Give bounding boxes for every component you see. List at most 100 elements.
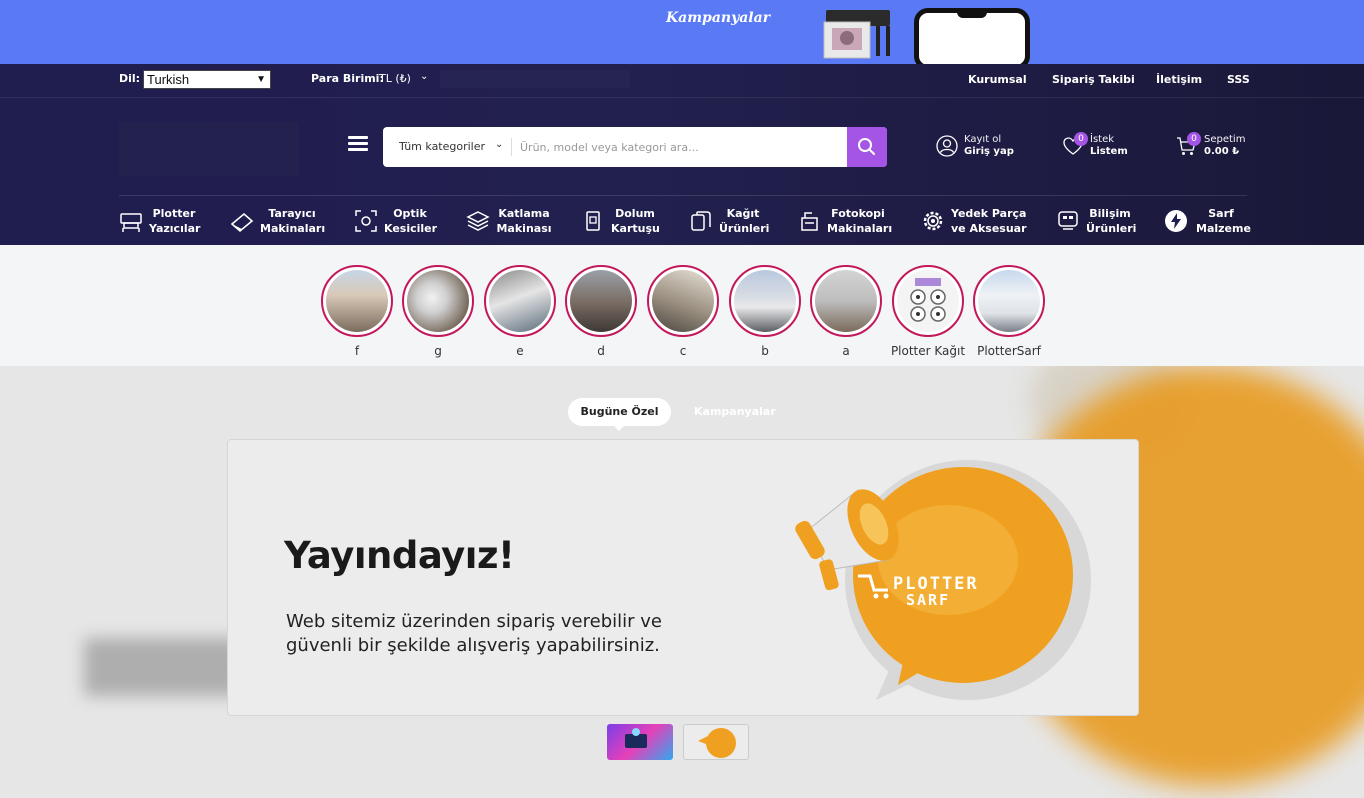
link-sss[interactable]: SSS xyxy=(1227,73,1250,86)
story-item[interactable]: g xyxy=(402,265,474,358)
plotter-image xyxy=(823,10,890,59)
cart-line1: Sepetim xyxy=(1204,134,1246,145)
logo-text: SARF xyxy=(906,591,950,609)
slide-title: Yayındayız! xyxy=(284,534,515,577)
search-category-select[interactable]: Tüm kategoriler xyxy=(399,140,485,153)
story-image xyxy=(407,270,469,332)
megaphone-bubble-image: PLOTTER SARF xyxy=(795,460,1091,700)
slide-subtitle-line2: güvenli bir şekilde alışveriş yapabilirs… xyxy=(286,635,660,656)
nav-label: ve Aksesuar xyxy=(951,222,1027,235)
hero-slide[interactable]: Yayındayız! Web sitemiz üzerinden sipari… xyxy=(227,439,1139,716)
story-image xyxy=(326,270,388,332)
account-line2: Giriş yap xyxy=(964,146,1014,157)
story-image xyxy=(897,270,959,332)
search-bar: Tüm kategoriler ⌄ xyxy=(383,127,887,167)
link-kurumsal[interactable]: Kurumsal xyxy=(968,73,1027,86)
nav-item-sarf[interactable]: Sarf Malzeme xyxy=(1164,205,1251,237)
story-label: c xyxy=(679,344,687,358)
nav-item-optik[interactable]: Optik Kesiciler xyxy=(354,205,438,237)
top-bar: Dil: Turkish ▼ Para Birimi: TL (₺) ⌄ Kur… xyxy=(0,64,1364,98)
computer-icon xyxy=(1058,211,1078,230)
phone-image xyxy=(914,8,1030,64)
slide-thumbnail[interactable] xyxy=(683,724,749,760)
nav-item-fotokopi[interactable]: Fotokopi Makinaları xyxy=(799,205,892,237)
tab-kampanyalar[interactable]: Kampanyalar xyxy=(694,405,776,418)
story-image xyxy=(652,270,714,332)
cart-total: 0.00 ₺ xyxy=(1204,146,1240,157)
nav-label: Makinası xyxy=(496,222,552,235)
thumbnail-image xyxy=(698,728,736,758)
hero-section: Bugüne Özel Kampanyalar Yayındayız! Web … xyxy=(0,366,1364,798)
wishlist-line2: Listem xyxy=(1090,146,1128,157)
story-item[interactable]: e xyxy=(484,265,556,358)
menu-icon[interactable] xyxy=(348,136,368,152)
nav-label: Yazıcılar xyxy=(149,222,201,235)
nav-item-scanner[interactable]: Tarayıcı Makinaları xyxy=(230,205,326,237)
language-value: Turkish xyxy=(147,72,190,87)
nav-item-yedek-parca[interactable]: Yedek Parça ve Aksesuar xyxy=(921,205,1027,237)
nav-item-kagit[interactable]: Kağıt Ürünleri xyxy=(689,205,769,237)
nav-label: Bilişim xyxy=(1089,207,1131,220)
site-logo[interactable] xyxy=(119,122,299,176)
nav-label: Tarayıcı xyxy=(268,207,316,220)
nav-label: Katlama xyxy=(498,207,550,220)
chevron-down-icon[interactable]: ⌄ xyxy=(495,139,503,150)
story-item[interactable]: a xyxy=(810,265,882,358)
nav-label: Makinaları xyxy=(260,222,326,235)
currency-label: Para Birimi: xyxy=(311,72,384,85)
nav-label: Dolum xyxy=(615,207,655,220)
thumbnail-image xyxy=(625,728,647,748)
nav-label: Kağıt xyxy=(726,207,760,220)
nav-item-bilisim[interactable]: Bilişim Ürünleri xyxy=(1056,205,1136,237)
story-label: f xyxy=(354,344,360,358)
stories-bar: f g e d c b a Plotter Kağıt PlotterSarf xyxy=(0,245,1364,366)
search-icon xyxy=(858,138,875,155)
nav-item-plotter[interactable]: Plotter Yazıcılar xyxy=(119,205,201,237)
story-item[interactable]: d xyxy=(565,265,637,358)
nav-item-katlama[interactable]: Katlama Makinası xyxy=(466,205,552,237)
story-item[interactable]: b xyxy=(729,265,801,358)
search-input[interactable] xyxy=(520,137,840,157)
search-button[interactable] xyxy=(847,127,887,167)
nav-label: Malzeme xyxy=(1196,222,1251,235)
story-label: a xyxy=(842,344,850,358)
story-item[interactable]: Plotter Kağıt xyxy=(891,265,965,358)
plotter-icon xyxy=(120,213,142,232)
promo-banner[interactable]: Kampanyalar xyxy=(0,0,1364,64)
nav-label: Optik xyxy=(393,207,427,220)
nav-label: Kesiciler xyxy=(384,222,438,235)
story-label: d xyxy=(597,344,605,358)
paper-rolls-image xyxy=(910,278,946,322)
account-line1: Kayıt ol xyxy=(964,134,1002,145)
scanner-icon xyxy=(230,212,254,233)
slide-subtitle: Web sitemiz üzerinden sipariş verebilir … xyxy=(286,610,662,658)
story-label: Plotter Kağıt xyxy=(890,344,966,358)
nav-label: Kartuşu xyxy=(611,222,660,235)
story-image xyxy=(978,270,1040,332)
optical-cutter-icon xyxy=(355,210,377,232)
wishlist-count-badge: 0 xyxy=(1074,132,1088,146)
tab-bugune-ozel[interactable]: Bugüne Özel xyxy=(568,398,671,431)
link-siparis-takibi[interactable]: Sipariş Takibi xyxy=(1052,73,1135,86)
link-iletisim[interactable]: İletişim xyxy=(1156,73,1202,86)
nav-label: Sarf xyxy=(1208,207,1234,220)
promo-text: Kampanyalar xyxy=(666,10,771,26)
slide-thumbnail[interactable] xyxy=(607,724,673,760)
story-item[interactable]: PlotterSarf xyxy=(973,265,1045,358)
nav-label: Yedek Parça xyxy=(951,207,1027,220)
story-item[interactable]: c xyxy=(647,265,719,358)
nav-divider xyxy=(119,195,1247,196)
language-label: Dil: xyxy=(119,72,141,85)
nav-item-dolum[interactable]: Dolum Kartuşu xyxy=(581,205,661,237)
photocopier-icon xyxy=(801,212,818,231)
language-select[interactable]: Turkish ▼ xyxy=(143,70,271,89)
currency-select[interactable]: TL (₺) xyxy=(379,72,411,85)
nav-label: Fotokopi xyxy=(831,207,885,220)
story-image xyxy=(815,270,877,332)
chevron-down-icon[interactable]: ⌄ xyxy=(420,71,428,82)
divider xyxy=(511,138,512,156)
story-image xyxy=(489,270,551,332)
topbar-placeholder xyxy=(440,70,630,88)
story-label: b xyxy=(761,344,769,358)
story-item[interactable]: f xyxy=(321,265,393,358)
